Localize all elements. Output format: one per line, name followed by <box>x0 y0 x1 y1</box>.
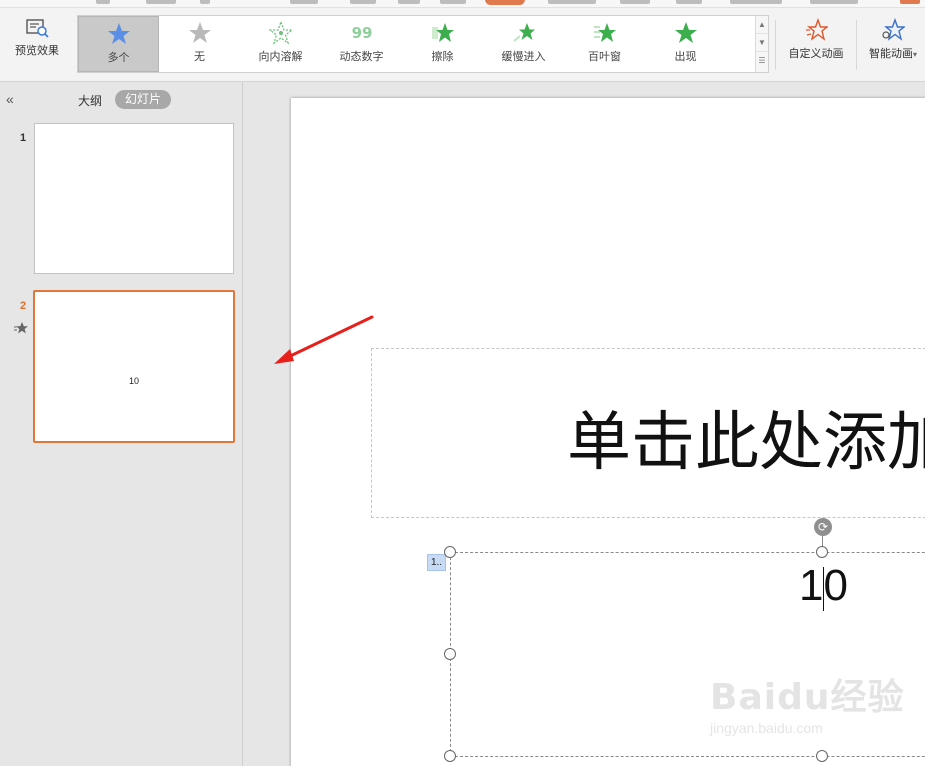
tab-outline[interactable]: 大纲 <box>78 92 102 109</box>
smart-animation-star-icon <box>882 18 905 41</box>
slide-canvas[interactable]: 单击此处添加 ⟳ 1.. 10 <box>291 98 925 766</box>
tab-slides[interactable]: 幻灯片 <box>115 90 171 109</box>
custom-animation-button[interactable]: 自定义动画 <box>783 18 849 68</box>
dissolve-star-icon <box>268 21 293 45</box>
gallery-item-label: 擦除 <box>431 51 454 63</box>
resize-handle-top-left[interactable] <box>444 546 456 558</box>
custom-animation-star-icon <box>806 18 828 41</box>
gallery-item-blinds[interactable]: 百叶窗 <box>564 16 645 72</box>
slide-thumbnail-2[interactable]: 10 <box>33 290 235 443</box>
animation-tab-active[interactable] <box>485 0 525 5</box>
ribbon-separator <box>775 20 776 70</box>
star-blue-icon <box>107 23 130 44</box>
title-placeholder[interactable]: 单击此处添加 <box>371 348 925 518</box>
rotate-handle-icon[interactable]: ⟳ <box>814 518 832 536</box>
gallery-item-label: 出现 <box>674 51 697 63</box>
gallery-item-appear[interactable]: 出现 <box>645 16 726 72</box>
gallery-item-dissolve-in[interactable]: 向内溶解 <box>240 16 321 72</box>
smart-animation-label: 智能动画 <box>868 48 913 60</box>
wps-presentation-window: 预览效果 多个 无 向内溶解 99 动态数字 擦除 缓慢进入 百叶窗 出现 ▲ … <box>0 0 925 766</box>
slow-in-star-icon <box>512 23 535 42</box>
slide-thumbnail-pane: « 大纲 幻灯片 1 2 10 <box>0 82 243 766</box>
slide-thumbnail-1[interactable] <box>34 123 234 274</box>
resize-handle-top-middle[interactable] <box>816 546 828 558</box>
svg-text:99: 99 <box>351 24 372 42</box>
custom-animation-label: 自定义动画 <box>788 48 844 60</box>
gallery-item-label: 缓慢进入 <box>501 51 546 63</box>
gallery-item-label: 向内溶解 <box>258 51 303 63</box>
preview-effect-button[interactable]: 预览效果 <box>6 18 68 68</box>
gallery-item-slow-in[interactable]: 缓慢进入 <box>483 16 564 72</box>
thumbnail-number: 1 <box>20 132 27 144</box>
text-caret <box>823 567 824 611</box>
animation-order-tag[interactable]: 1.. <box>427 554 446 571</box>
gallery-scrollbar[interactable]: ▲ ▼ ☰ <box>755 16 768 72</box>
gallery-scroll-down-icon[interactable]: ▼ <box>756 34 768 52</box>
baidu-jingyan-watermark: Baidu经验 jingyan.baidu.com <box>710 668 910 748</box>
gallery-scroll-up-icon[interactable]: ▲ <box>756 16 768 34</box>
wipe-star-icon <box>431 23 454 42</box>
ribbon-separator <box>856 20 857 70</box>
number-99-icon: 99 <box>351 24 372 42</box>
appear-star-icon <box>674 22 697 43</box>
animation-ribbon: 预览效果 多个 无 向内溶解 99 动态数字 擦除 缓慢进入 百叶窗 出现 ▲ … <box>0 0 925 82</box>
blinds-star-icon <box>593 23 616 42</box>
slide-editing-area: 单击此处添加 ⟳ 1.. 10 <box>243 82 925 766</box>
gallery-item-none[interactable]: 无 <box>159 16 240 72</box>
gallery-item-label: 百叶窗 <box>588 51 621 63</box>
gallery-item-label: 无 <box>194 51 205 63</box>
gallery-item-wipe[interactable]: 擦除 <box>402 16 483 72</box>
animation-gallery: 多个 无 向内溶解 99 动态数字 擦除 缓慢进入 百叶窗 出现 ▲ ▼ ☰ <box>77 15 769 73</box>
preview-icon <box>26 19 49 38</box>
gallery-item-multiple[interactable]: 多个 <box>78 16 159 72</box>
gallery-expand-icon[interactable]: ☰ <box>756 52 768 70</box>
animation-star-icon <box>14 322 28 334</box>
chevron-down-icon[interactable]: ▾ <box>913 50 917 59</box>
resize-handle-bottom-left[interactable] <box>444 750 456 762</box>
watermark-url: jingyan.baidu.com <box>710 720 823 736</box>
thumbnail-number: 2 <box>20 300 27 312</box>
annotation-arrow <box>274 315 374 364</box>
thumbnail-text: 10 <box>128 376 139 386</box>
gallery-item-dynamic-number[interactable]: 99 动态数字 <box>321 16 402 72</box>
collapse-pane-icon[interactable]: « <box>6 91 14 107</box>
watermark-brand: Baidu经验 <box>710 677 905 718</box>
title-placeholder-text: 单击此处添加 <box>567 406 925 480</box>
menu-tab-strip <box>0 0 925 8</box>
star-gray-icon <box>188 22 211 43</box>
resize-handle-middle-left[interactable] <box>444 648 456 660</box>
gallery-item-label: 动态数字 <box>339 51 384 63</box>
gallery-item-label: 多个 <box>107 52 130 64</box>
smart-animation-button[interactable]: 智能动画▾ <box>862 18 924 68</box>
preview-effect-label: 预览效果 <box>15 45 59 57</box>
resize-handle-bottom-middle[interactable] <box>816 750 828 762</box>
